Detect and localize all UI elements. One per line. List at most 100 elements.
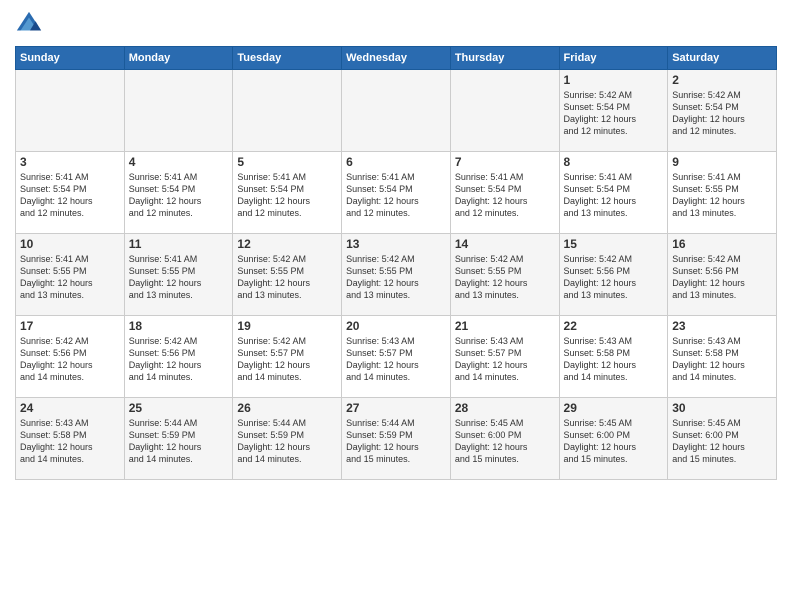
calendar-cell: 13 Sunrise: 5:42 AM Sunset: 5:55 PM Dayli… <box>342 234 451 316</box>
week-row-0: 1 Sunrise: 5:42 AM Sunset: 5:54 PM Daylig… <box>16 70 777 152</box>
day-info: Sunrise: 5:41 AM Sunset: 5:55 PM Dayligh… <box>672 171 772 220</box>
day-number: 23 <box>672 319 772 333</box>
day-number: 29 <box>564 401 664 415</box>
day-info: Sunrise: 5:43 AM Sunset: 5:57 PM Dayligh… <box>455 335 555 384</box>
calendar-cell: 24 Sunrise: 5:43 AM Sunset: 5:58 PM Dayli… <box>16 398 125 480</box>
day-number: 17 <box>20 319 120 333</box>
day-number: 20 <box>346 319 446 333</box>
day-info: Sunrise: 5:44 AM Sunset: 5:59 PM Dayligh… <box>129 417 229 466</box>
day-info: Sunrise: 5:42 AM Sunset: 5:54 PM Dayligh… <box>564 89 664 138</box>
calendar-cell: 23 Sunrise: 5:43 AM Sunset: 5:58 PM Dayli… <box>668 316 777 398</box>
day-number: 14 <box>455 237 555 251</box>
calendar-cell: 10Sunrise: 5:41 AM Sunset: 5:55 PM Dayli… <box>16 234 125 316</box>
day-info: Sunrise: 5:42 AM Sunset: 5:55 PM Dayligh… <box>455 253 555 302</box>
calendar-cell: 28Sunrise: 5:45 AM Sunset: 6:00 PM Dayli… <box>450 398 559 480</box>
day-info: Sunrise: 5:41 AM Sunset: 5:54 PM Dayligh… <box>237 171 337 220</box>
calendar-cell <box>450 70 559 152</box>
day-number: 6 <box>346 155 446 169</box>
day-number: 25 <box>129 401 229 415</box>
day-number: 19 <box>237 319 337 333</box>
logo-icon <box>15 10 43 38</box>
day-number: 12 <box>237 237 337 251</box>
calendar-cell: 15Sunrise: 5:42 AM Sunset: 5:56 PM Dayli… <box>559 234 668 316</box>
calendar-cell: 26 Sunrise: 5:44 AM Sunset: 5:59 PM Dayli… <box>233 398 342 480</box>
calendar-cell: 5 Sunrise: 5:41 AM Sunset: 5:54 PM Daylig… <box>233 152 342 234</box>
day-info: Sunrise: 5:43 AM Sunset: 5:58 PM Dayligh… <box>20 417 120 466</box>
day-info: Sunrise: 5:45 AM Sunset: 6:00 PM Dayligh… <box>564 417 664 466</box>
day-header-wednesday: Wednesday <box>342 47 451 70</box>
day-info: Sunrise: 5:41 AM Sunset: 5:55 PM Dayligh… <box>20 253 120 302</box>
header-row: SundayMondayTuesdayWednesdayThursdayFrid… <box>16 47 777 70</box>
calendar-cell: 2 Sunrise: 5:42 AM Sunset: 5:54 PM Daylig… <box>668 70 777 152</box>
calendar-cell <box>233 70 342 152</box>
day-info: Sunrise: 5:42 AM Sunset: 5:54 PM Dayligh… <box>672 89 772 138</box>
day-info: Sunrise: 5:41 AM Sunset: 5:55 PM Dayligh… <box>129 253 229 302</box>
calendar-cell: 29 Sunrise: 5:45 AM Sunset: 6:00 PM Dayli… <box>559 398 668 480</box>
week-row-1: 3 Sunrise: 5:41 AM Sunset: 5:54 PM Daylig… <box>16 152 777 234</box>
day-info: Sunrise: 5:41 AM Sunset: 5:54 PM Dayligh… <box>564 171 664 220</box>
day-number: 9 <box>672 155 772 169</box>
day-info: Sunrise: 5:42 AM Sunset: 5:56 PM Dayligh… <box>672 253 772 302</box>
day-number: 27 <box>346 401 446 415</box>
calendar-cell: 17 Sunrise: 5:42 AM Sunset: 5:56 PM Dayli… <box>16 316 125 398</box>
day-number: 1 <box>564 73 664 87</box>
calendar-cell: 18 Sunrise: 5:42 AM Sunset: 5:56 PM Dayli… <box>124 316 233 398</box>
day-info: Sunrise: 5:41 AM Sunset: 5:54 PM Dayligh… <box>129 171 229 220</box>
day-number: 2 <box>672 73 772 87</box>
main-container: SundayMondayTuesdayWednesdayThursdayFrid… <box>0 0 792 490</box>
day-info: Sunrise: 5:43 AM Sunset: 5:57 PM Dayligh… <box>346 335 446 384</box>
day-info: Sunrise: 5:41 AM Sunset: 5:54 PM Dayligh… <box>346 171 446 220</box>
day-number: 13 <box>346 237 446 251</box>
day-number: 11 <box>129 237 229 251</box>
calendar-cell: 12 Sunrise: 5:42 AM Sunset: 5:55 PM Dayli… <box>233 234 342 316</box>
calendar-cell: 4 Sunrise: 5:41 AM Sunset: 5:54 PM Daylig… <box>124 152 233 234</box>
week-row-3: 17 Sunrise: 5:42 AM Sunset: 5:56 PM Dayli… <box>16 316 777 398</box>
day-number: 7 <box>455 155 555 169</box>
day-info: Sunrise: 5:44 AM Sunset: 5:59 PM Dayligh… <box>237 417 337 466</box>
calendar-cell: 7 Sunrise: 5:41 AM Sunset: 5:54 PM Daylig… <box>450 152 559 234</box>
day-number: 3 <box>20 155 120 169</box>
calendar-cell: 16 Sunrise: 5:42 AM Sunset: 5:56 PM Dayli… <box>668 234 777 316</box>
week-row-4: 24 Sunrise: 5:43 AM Sunset: 5:58 PM Dayli… <box>16 398 777 480</box>
day-info: Sunrise: 5:41 AM Sunset: 5:54 PM Dayligh… <box>20 171 120 220</box>
day-number: 26 <box>237 401 337 415</box>
day-header-sunday: Sunday <box>16 47 125 70</box>
day-number: 30 <box>672 401 772 415</box>
day-number: 24 <box>20 401 120 415</box>
day-info: Sunrise: 5:42 AM Sunset: 5:55 PM Dayligh… <box>237 253 337 302</box>
day-number: 21 <box>455 319 555 333</box>
day-header-thursday: Thursday <box>450 47 559 70</box>
day-number: 16 <box>672 237 772 251</box>
calendar-cell: 30Sunrise: 5:45 AM Sunset: 6:00 PM Dayli… <box>668 398 777 480</box>
day-info: Sunrise: 5:42 AM Sunset: 5:57 PM Dayligh… <box>237 335 337 384</box>
day-number: 18 <box>129 319 229 333</box>
day-number: 8 <box>564 155 664 169</box>
day-info: Sunrise: 5:42 AM Sunset: 5:56 PM Dayligh… <box>129 335 229 384</box>
day-header-tuesday: Tuesday <box>233 47 342 70</box>
calendar-cell: 27 Sunrise: 5:44 AM Sunset: 5:59 PM Dayli… <box>342 398 451 480</box>
calendar-cell <box>342 70 451 152</box>
calendar-cell: 25 Sunrise: 5:44 AM Sunset: 5:59 PM Dayli… <box>124 398 233 480</box>
logo <box>15 10 47 38</box>
calendar-cell <box>124 70 233 152</box>
day-info: Sunrise: 5:43 AM Sunset: 5:58 PM Dayligh… <box>564 335 664 384</box>
calendar-cell: 1 Sunrise: 5:42 AM Sunset: 5:54 PM Daylig… <box>559 70 668 152</box>
calendar-cell: 20 Sunrise: 5:43 AM Sunset: 5:57 PM Dayli… <box>342 316 451 398</box>
day-info: Sunrise: 5:42 AM Sunset: 5:55 PM Dayligh… <box>346 253 446 302</box>
calendar-cell: 3 Sunrise: 5:41 AM Sunset: 5:54 PM Daylig… <box>16 152 125 234</box>
calendar-cell: 9 Sunrise: 5:41 AM Sunset: 5:55 PM Daylig… <box>668 152 777 234</box>
day-info: Sunrise: 5:41 AM Sunset: 5:54 PM Dayligh… <box>455 171 555 220</box>
day-info: Sunrise: 5:44 AM Sunset: 5:59 PM Dayligh… <box>346 417 446 466</box>
day-number: 22 <box>564 319 664 333</box>
calendar-cell: 11 Sunrise: 5:41 AM Sunset: 5:55 PM Dayli… <box>124 234 233 316</box>
day-info: Sunrise: 5:42 AM Sunset: 5:56 PM Dayligh… <box>20 335 120 384</box>
day-number: 4 <box>129 155 229 169</box>
day-header-friday: Friday <box>559 47 668 70</box>
day-header-saturday: Saturday <box>668 47 777 70</box>
calendar-table: SundayMondayTuesdayWednesdayThursdayFrid… <box>15 46 777 480</box>
day-number: 28 <box>455 401 555 415</box>
calendar-cell: 14 Sunrise: 5:42 AM Sunset: 5:55 PM Dayli… <box>450 234 559 316</box>
day-number: 15 <box>564 237 664 251</box>
day-number: 5 <box>237 155 337 169</box>
day-info: Sunrise: 5:43 AM Sunset: 5:58 PM Dayligh… <box>672 335 772 384</box>
